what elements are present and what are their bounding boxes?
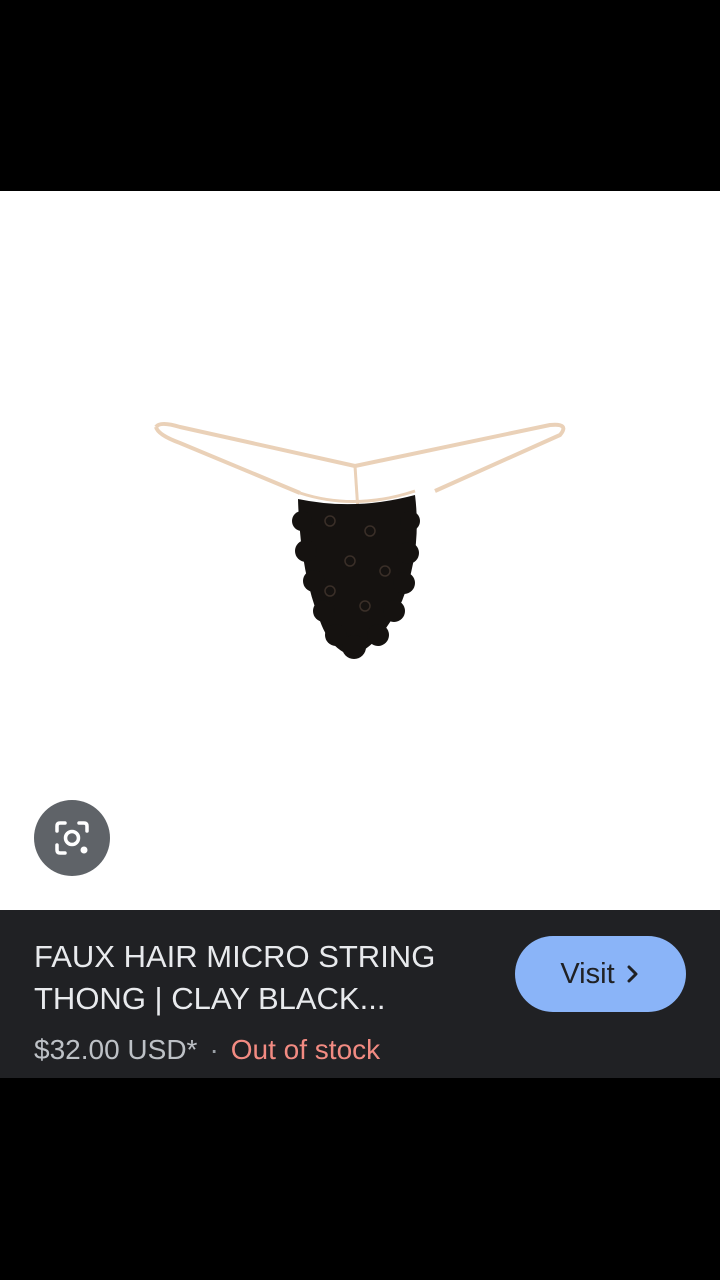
product-price: $32.00 USD* <box>34 1034 198 1065</box>
image-preview-area <box>0 191 720 910</box>
price-row: $32.00 USD* · Out of stock <box>34 1032 380 1068</box>
bottom-letterbox <box>0 1078 720 1280</box>
product-image <box>154 422 566 659</box>
stock-status: Out of stock <box>230 1034 381 1065</box>
google-lens-icon <box>55 821 89 855</box>
product-title[interactable]: FAUX HAIR MICRO STRING THONG | CLAY BLAC… <box>34 936 484 1020</box>
separator-dot: · <box>209 1034 219 1065</box>
visit-label: Visit <box>560 957 615 990</box>
top-letterbox <box>0 0 720 191</box>
google-lens-button[interactable] <box>34 800 110 876</box>
chevron-right-icon <box>627 965 638 983</box>
visit-button[interactable]: Visit <box>515 936 686 1012</box>
product-info-bar: FAUX HAIR MICRO STRING THONG | CLAY BLAC… <box>0 910 720 1078</box>
